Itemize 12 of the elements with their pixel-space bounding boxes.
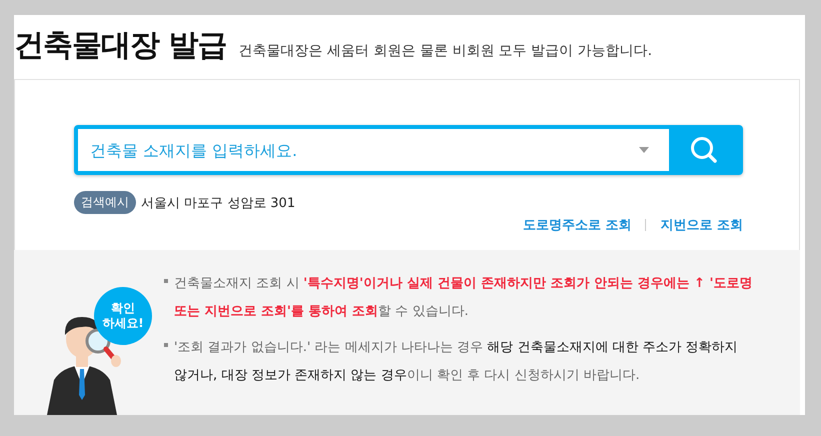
check-badge: 확인 하세요! [94,287,152,345]
page-title: 건축물대장 발급 [14,27,226,65]
search-icon [690,136,718,164]
notice-text: 건축물소재지 조회 시 '특수지명'이거나 실제 건물이 존재하지만 조회가 안되는 경우에는 ↑ '도로명 또는 지번으로 조회'를 통하여 조회할 수 있습니다. [174,275,754,321]
lookup-link[interactable]: 지번으로 조회 [660,216,743,234]
lookup-link[interactable]: 도로명주소로 조회 [522,216,632,234]
example-address: 서울시 마포구 성암로 301 [141,194,296,212]
caret-icon [639,147,649,153]
example-badge: 검색예시 [74,191,136,214]
page-subtitle: 건축물대장은 세움터 회원은 물론 비회원 모두 발급이 가능합니다. [238,42,652,60]
search-field[interactable]: 건축물 소재지를 입력하세요. [74,125,743,175]
notice-text: '조회 결과가 없습니다.' 라는 메세지가 나타나는 경우 해당 건축물소재지에 대한 주소가 정확하지 않거나, 대장 정보가 존재하지 않는 경우이니 확인 후 다시 신청하시기 바랍니다. [174,339,739,385]
